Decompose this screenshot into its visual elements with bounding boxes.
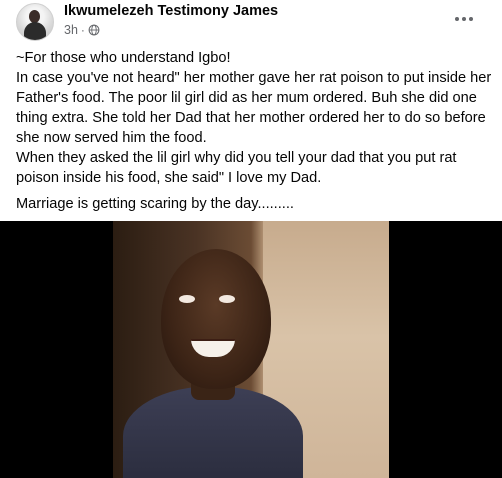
post-text-line: ~For those who understand Igbo! bbox=[16, 50, 231, 66]
meta-separator: · bbox=[80, 23, 85, 37]
post-timestamp[interactable]: 3h bbox=[64, 23, 78, 37]
video-frame[interactable] bbox=[113, 221, 389, 478]
post-closing-line: Marriage is getting scaring by the day..… bbox=[16, 196, 294, 212]
post-text-line: In case you've not heard" her mother gav… bbox=[16, 70, 492, 146]
avatar-torso bbox=[24, 22, 46, 40]
feed-post: Ikwumelezeh Testimony James 3h · ~For th… bbox=[0, 0, 502, 478]
more-dot bbox=[469, 17, 473, 21]
post-video[interactable] bbox=[0, 221, 502, 478]
author-avatar[interactable] bbox=[16, 3, 54, 41]
globe-icon[interactable] bbox=[88, 24, 100, 36]
video-subject-face bbox=[161, 249, 271, 389]
post-text-line: When they asked the lil girl why did you… bbox=[16, 150, 457, 186]
post-body: ~For those who understand Igbo! In case … bbox=[16, 48, 492, 214]
more-dot bbox=[455, 17, 459, 21]
author-name[interactable]: Ikwumelezeh Testimony James bbox=[64, 3, 278, 19]
video-subject-eye bbox=[179, 295, 195, 303]
more-dot bbox=[462, 17, 466, 21]
post-meta: 3h · bbox=[64, 23, 100, 37]
more-options-button[interactable] bbox=[450, 9, 478, 29]
video-subject-eye bbox=[219, 295, 235, 303]
post-header: Ikwumelezeh Testimony James 3h · bbox=[16, 3, 486, 41]
